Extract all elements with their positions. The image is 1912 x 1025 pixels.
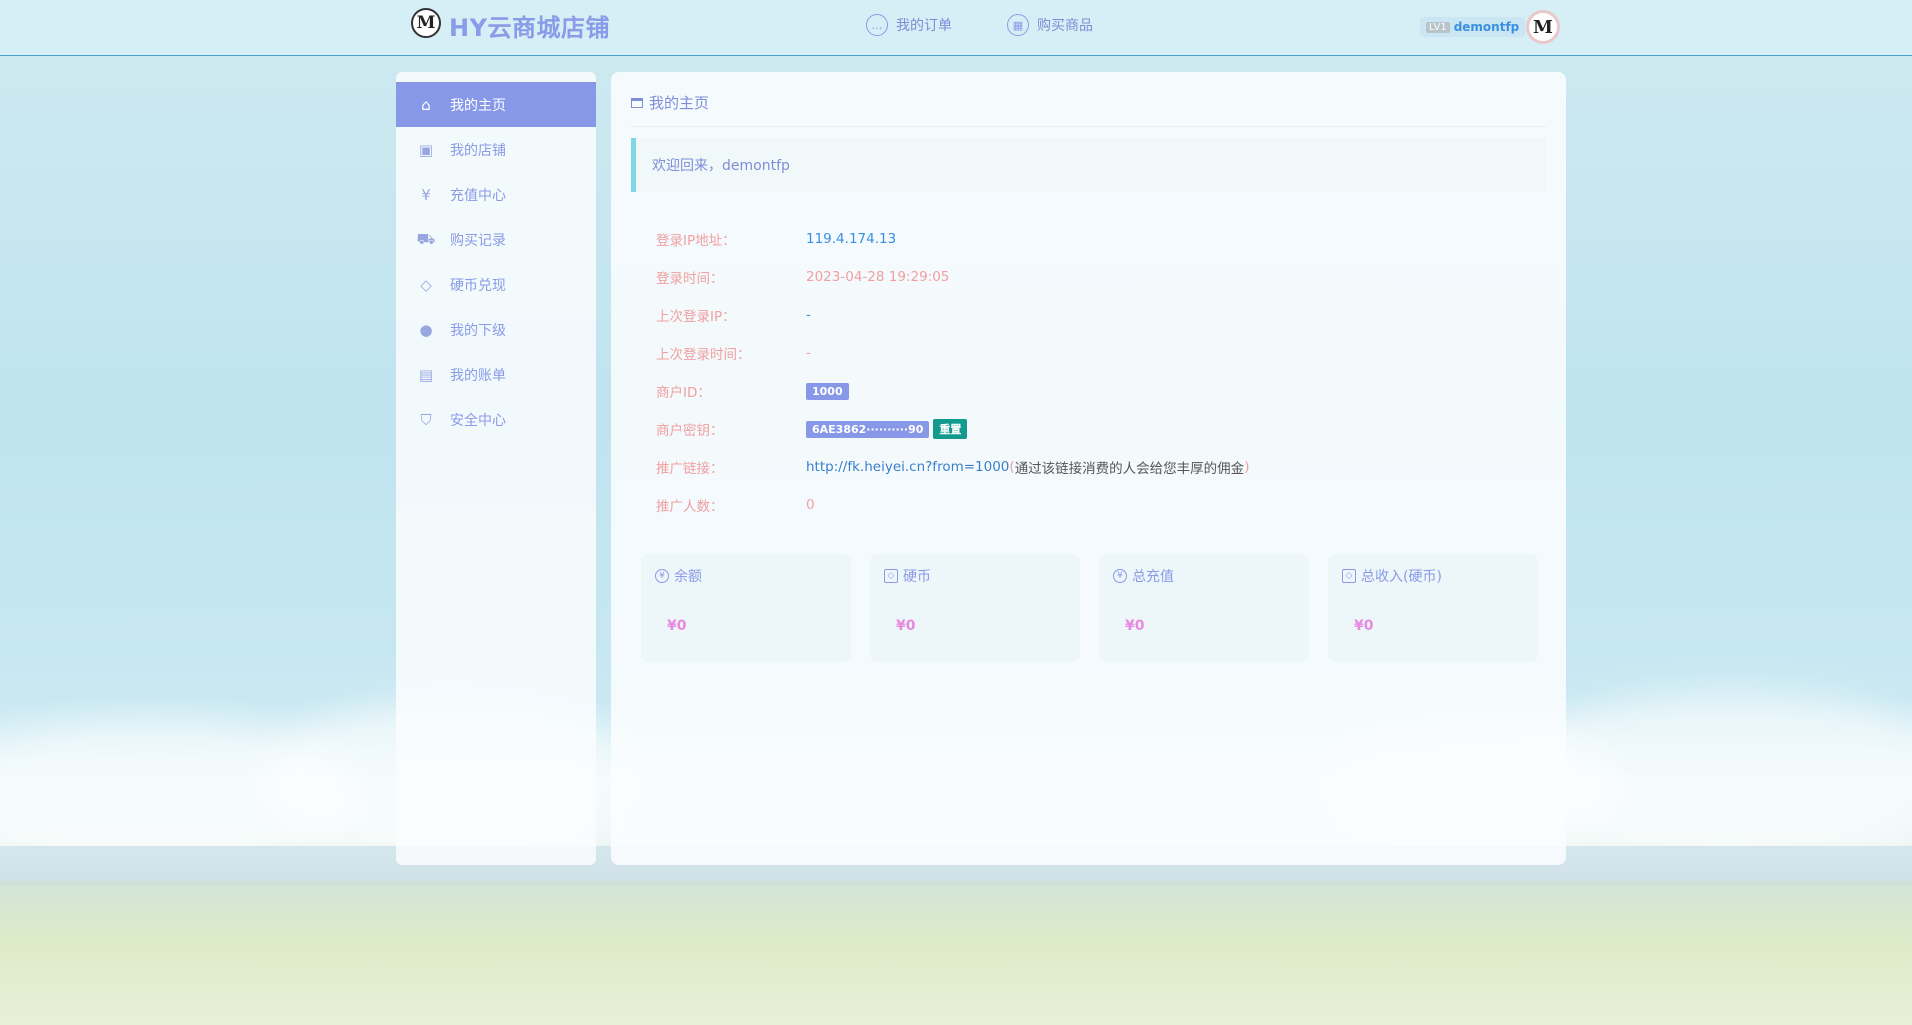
info-label: 推广链接： (656, 461, 724, 477)
info-row-login-time: 登录时间： 2023-04-28 19:29:05 (656, 258, 1536, 296)
card-coins: ◇ 硬币 ¥0 (870, 554, 1080, 662)
window-icon (631, 97, 643, 108)
yen-icon: ¥ (421, 185, 431, 204)
nav-buy-goods[interactable]: ▦ 购买商品 (1007, 14, 1093, 36)
page-title: 我的主页 (631, 92, 709, 113)
info-label: 登录时间： (656, 271, 724, 287)
sidebar-item-label: 安全中心 (450, 412, 506, 429)
sidebar-item-my-shop[interactable]: ▣ 我的店铺 (396, 127, 596, 172)
username: demontfp (1453, 20, 1520, 34)
info-row-promo-count: 推广人数： 0 (656, 486, 1536, 524)
promo-link[interactable]: http://fk.heiyei.cn?from=1000 (806, 459, 1009, 475)
avatar[interactable]: M (1526, 10, 1560, 44)
promo-count-value: 0 (806, 497, 815, 513)
chat-icon: … (866, 14, 888, 36)
info-row-merchant-id: 商户ID： 1000 (656, 372, 1536, 410)
bill-icon: ▤ (418, 365, 434, 384)
card-value: ¥0 (667, 618, 687, 634)
card-value: ¥0 (1125, 618, 1145, 634)
nav-my-orders[interactable]: … 我的订单 (866, 14, 952, 36)
merchant-key-badge: 6AE3862··········90 (806, 420, 930, 438)
diamond-icon: ◇ (420, 275, 432, 294)
cart-icon: ⛟ (416, 229, 436, 248)
brand-title[interactable]: HY云商城店铺 (449, 8, 610, 43)
diamond-icon: ◇ (1342, 569, 1356, 583)
page-title-text: 我的主页 (649, 94, 710, 112)
login-ip-value: 119.4.174.13 (806, 231, 897, 247)
diamond-icon: ◇ (884, 569, 898, 583)
logo-icon[interactable]: M (411, 8, 441, 38)
yen-icon: ¥ (655, 569, 669, 583)
card-title: ¥ 总充值 (1113, 566, 1174, 586)
info-label: 推广人数： (656, 499, 724, 515)
sidebar-item-purchase-records[interactable]: ⛟ 购买记录 (396, 217, 596, 262)
promo-hint-close: ) (1244, 459, 1250, 475)
info-label: 登录IP地址： (656, 233, 736, 249)
sidebar-item-recharge[interactable]: ¥ 充值中心 (396, 172, 596, 217)
sidebar-item-label: 我的下级 (450, 322, 506, 339)
nav-buy-goods-label: 购买商品 (1037, 18, 1093, 34)
yen-icon: ¥ (1113, 569, 1127, 583)
sidebar-item-label: 我的账单 (450, 367, 506, 384)
card-value: ¥0 (896, 618, 916, 634)
nav-my-orders-label: 我的订单 (896, 18, 952, 34)
sidebar-item-coin-cashout[interactable]: ◇ 硬币兑现 (396, 262, 596, 307)
info-label: 商户ID： (656, 385, 711, 401)
info-row-last-ip: 上次登录IP： - (656, 296, 1536, 334)
card-total-recharge: ¥ 总充值 ¥0 (1099, 554, 1309, 662)
last-ip-value: - (806, 307, 811, 323)
sidebar: ⌂ 我的主页 ▣ 我的店铺 ¥ 充值中心 ⛟ 购买记录 ◇ 硬币兑现 ● 我的下… (396, 72, 596, 865)
card-title: ¥ 余额 (655, 566, 702, 586)
welcome-banner: 欢迎回来，demontfp (631, 138, 1546, 192)
account-info: 登录IP地址： 119.4.174.13 登录时间： 2023-04-28 19… (656, 220, 1536, 524)
sidebar-item-home[interactable]: ⌂ 我的主页 (396, 82, 596, 127)
divider (631, 126, 1546, 127)
top-header: M HY云商城店铺 … 我的订单 ▦ 购买商品 LV1 demontfp M (0, 0, 1912, 56)
card-title: ◇ 硬币 (884, 566, 931, 586)
sidebar-item-label: 购买记录 (450, 232, 506, 249)
card-title: ◇ 总收入(硬币) (1342, 566, 1442, 586)
sidebar-item-label: 我的主页 (450, 97, 506, 114)
login-time-value: 2023-04-28 19:29:05 (806, 269, 950, 285)
shop-icon: ▦ (1007, 14, 1029, 36)
grid-icon: ▣ (418, 140, 434, 159)
info-label: 上次登录IP： (656, 309, 736, 325)
promo-hint: 通过该链接消费的人会给您丰厚的佣金 (1014, 461, 1245, 477)
stat-cards: ¥ 余额 ¥0 ◇ 硬币 ¥0 ¥ 总充值 ¥0 ◇ 总收入(硬币) ¥0 (641, 554, 1538, 662)
info-row-promo-link: 推广链接： http://fk.heiyei.cn?from=1000 ( 通过… (656, 448, 1536, 486)
info-row-merchant-key: 商户密钥： 6AE3862··········90 重置 (656, 410, 1536, 448)
info-row-last-time: 上次登录时间： - (656, 334, 1536, 372)
last-time-value: - (806, 345, 811, 361)
sidebar-item-bills[interactable]: ▤ 我的账单 (396, 352, 596, 397)
merchant-id-badge: 1000 (806, 382, 849, 400)
sidebar-item-label: 硬币兑现 (450, 277, 506, 294)
tree-band (0, 880, 1912, 1025)
info-row-login-ip: 登录IP地址： 119.4.174.13 (656, 220, 1536, 258)
shield-icon: ⛉ (420, 410, 432, 429)
level-tag: LV1 (1426, 21, 1450, 33)
card-total-income: ◇ 总收入(硬币) ¥0 (1328, 554, 1538, 662)
sidebar-item-security[interactable]: ⛉ 安全中心 (396, 397, 596, 442)
user-level-badge[interactable]: LV1 demontfp (1420, 17, 1526, 37)
sidebar-item-label: 充值中心 (450, 187, 506, 204)
user-icon: ● (419, 320, 433, 339)
sidebar-item-label: 我的店铺 (450, 142, 506, 159)
info-label: 上次登录时间： (656, 347, 751, 363)
reset-key-button[interactable]: 重置 (933, 419, 968, 439)
home-icon: ⌂ (421, 95, 431, 114)
card-balance: ¥ 余额 ¥0 (641, 554, 851, 662)
sidebar-item-subordinates[interactable]: ● 我的下级 (396, 307, 596, 352)
main-panel: 我的主页 欢迎回来，demontfp 登录IP地址： 119.4.174.13 … (611, 72, 1566, 865)
card-value: ¥0 (1354, 618, 1374, 634)
info-label: 商户密钥： (656, 423, 724, 439)
